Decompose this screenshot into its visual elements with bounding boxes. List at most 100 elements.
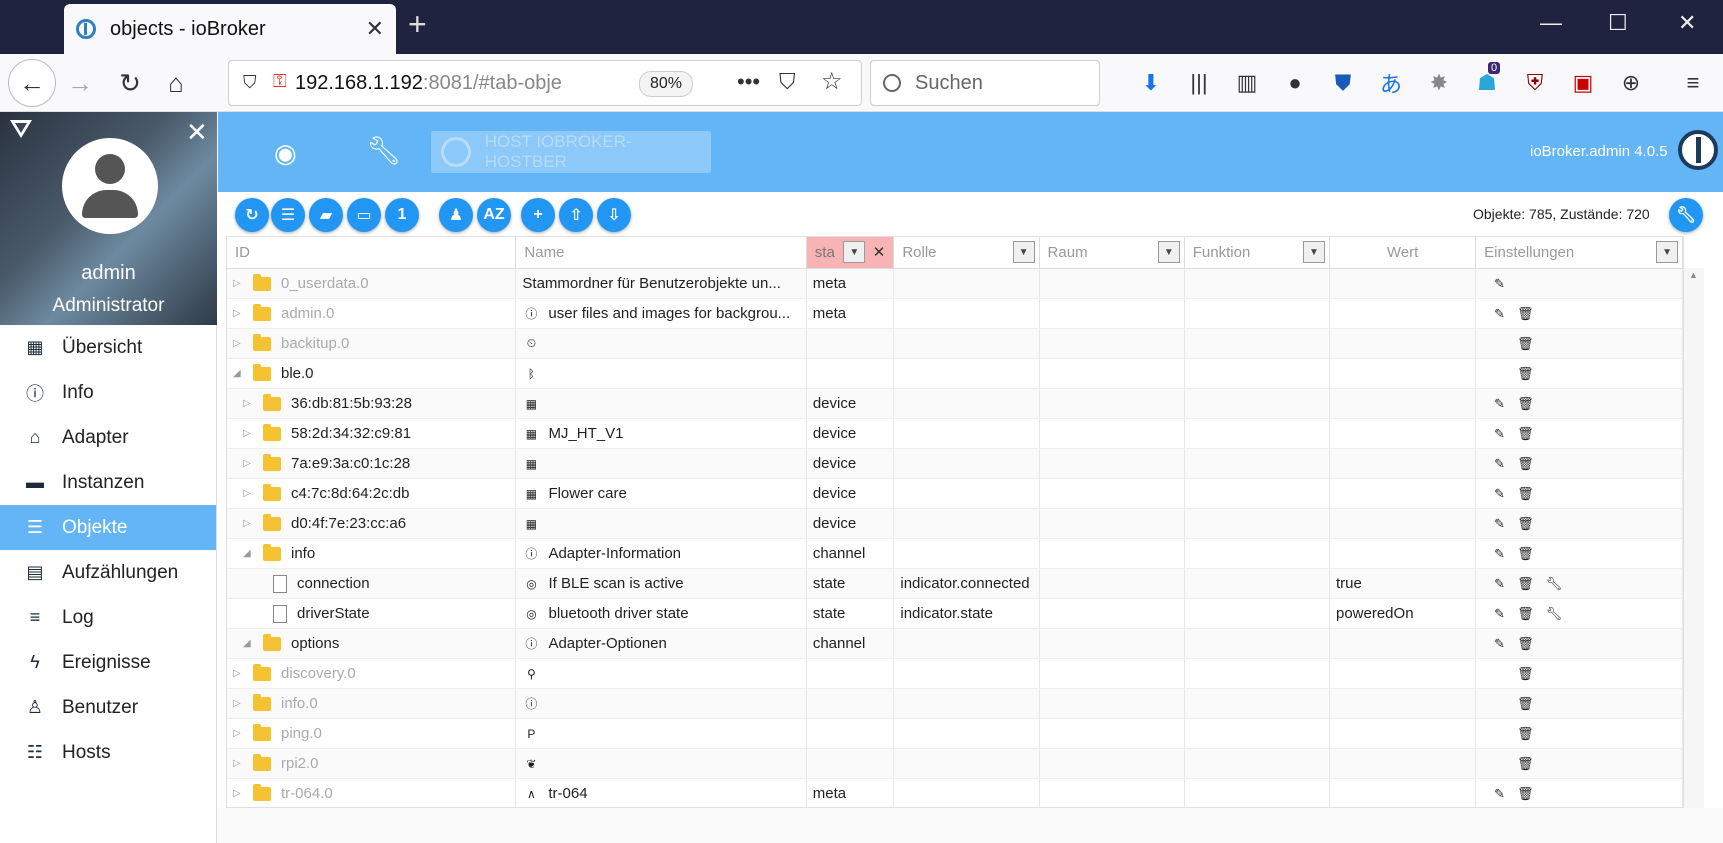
ublock-icon[interactable]: ⛨ bbox=[1522, 70, 1548, 96]
delete-icon[interactable]: 🗑︎ bbox=[1517, 756, 1534, 772]
chevron-down-icon[interactable]: ▼ bbox=[843, 241, 866, 263]
expand-toggle-icon[interactable]: ◢ bbox=[243, 548, 257, 559]
column-header-room[interactable]: Raum ▼ bbox=[1040, 237, 1185, 268]
close-tab-icon[interactable]: ✕ bbox=[366, 16, 384, 42]
maximize-window-button[interactable]: ☐ bbox=[1608, 10, 1628, 36]
expand-toggle-icon[interactable]: ▷ bbox=[233, 278, 247, 289]
column-header-value[interactable]: Wert bbox=[1330, 237, 1477, 268]
sidebar-item-hosts[interactable]: ☷ Hosts bbox=[0, 730, 216, 775]
expand-toggle-icon[interactable]: ▷ bbox=[233, 668, 247, 679]
delete-icon[interactable]: 🗑︎ bbox=[1517, 486, 1534, 502]
sidebar-toggle-icon[interactable]: ▥ bbox=[1234, 70, 1260, 96]
sidebar-item-instanzen[interactable]: ▬ Instanzen bbox=[0, 460, 216, 505]
new-tab-button[interactable]: + bbox=[408, 6, 427, 43]
expand-toggle-icon[interactable]: ▷ bbox=[233, 788, 247, 799]
table-row[interactable]: ▷ backitup.0 ⏲ ✎ 🗑︎ bbox=[227, 329, 1683, 359]
chevron-down-icon[interactable]: ▼ bbox=[1157, 241, 1180, 263]
expand-toggle-icon[interactable]: ▷ bbox=[243, 518, 257, 529]
triangle-down-icon[interactable] bbox=[10, 120, 32, 138]
forward-button[interactable]: → bbox=[56, 59, 104, 107]
table-row[interactable]: connection ◎ If BLE scan is active state … bbox=[227, 569, 1683, 599]
pdf-icon[interactable]: ▣ bbox=[1570, 70, 1596, 96]
edit-icon[interactable]: ✎ bbox=[1494, 546, 1505, 562]
edit-icon[interactable]: ✎ bbox=[1494, 276, 1505, 292]
back-button[interactable]: ← bbox=[8, 59, 56, 107]
sidebar-item-adapter[interactable]: ⌂ Adapter bbox=[0, 415, 216, 460]
delete-icon[interactable]: 🗑︎ bbox=[1517, 636, 1534, 652]
download-icon[interactable]: ⬇ bbox=[1138, 70, 1164, 96]
shield-extension-icon[interactable]: ⛊ bbox=[1330, 70, 1356, 96]
expand-toggle-icon[interactable]: ▷ bbox=[243, 398, 257, 409]
collapse-all-button[interactable]: ▭ bbox=[347, 198, 381, 232]
expand-level-button[interactable]: 1 bbox=[385, 198, 419, 232]
sidebar-item-objekte[interactable]: ☰ Objekte bbox=[0, 505, 216, 550]
edit-icon[interactable]: ✎ bbox=[1494, 456, 1505, 472]
sidebar-item-uebersicht[interactable]: ▦ Übersicht bbox=[0, 325, 216, 370]
delete-icon[interactable]: 🗑︎ bbox=[1517, 546, 1534, 562]
table-row[interactable]: ▷ c4:7c:8d:64:2c:db ▦ Flower care device … bbox=[227, 479, 1683, 509]
translate-icon[interactable]: あ bbox=[1378, 70, 1404, 97]
table-row[interactable]: ▷ info.0 ⓘ ✎ 🗑︎ bbox=[227, 689, 1683, 719]
table-row[interactable]: ◢ options ⓘ Adapter-Optionen channel ✎ 🗑︎ bbox=[227, 629, 1683, 659]
target-icon[interactable]: ✸ bbox=[1426, 70, 1452, 96]
expert-mode-button[interactable]: ♟ bbox=[439, 198, 473, 232]
url-bar[interactable]: ⛉ ⚿ 192.168.1.192:8081/#tab-obje 80% •••… bbox=[228, 60, 862, 106]
vertical-scrollbar[interactable] bbox=[1684, 268, 1704, 808]
table-row[interactable]: ▷ 0_userdata.0 Stammordner für Benutzero… bbox=[227, 269, 1683, 299]
ghostery-icon[interactable]: ☗ 0 bbox=[1474, 62, 1501, 96]
delete-icon[interactable]: 🗑︎ bbox=[1517, 606, 1534, 622]
reload-button[interactable]: ↻ bbox=[106, 59, 154, 107]
delete-icon[interactable]: 🗑︎ bbox=[1517, 396, 1534, 412]
edit-icon[interactable]: ✎ bbox=[1494, 306, 1505, 322]
expand-toggle-icon[interactable]: ▷ bbox=[243, 428, 257, 439]
expand-toggle-icon[interactable]: ▷ bbox=[233, 308, 247, 319]
table-row[interactable]: ▷ d0:4f:7e:23:cc:a6 ▦ device ✎ 🗑︎ bbox=[227, 509, 1683, 539]
delete-icon[interactable]: 🗑︎ bbox=[1517, 696, 1534, 712]
edit-icon[interactable]: ✎ bbox=[1494, 576, 1505, 592]
close-sidebar-icon[interactable]: ✕ bbox=[186, 117, 208, 148]
sidebar-item-aufzaehlungen[interactable]: ▤ Aufzählungen bbox=[0, 550, 216, 595]
search-field[interactable]: Suchen bbox=[870, 60, 1100, 106]
delete-icon[interactable]: 🗑︎ bbox=[1517, 666, 1534, 682]
host-selector[interactable]: HOST IOBROKER-HOSTBER bbox=[431, 131, 711, 173]
menu-icon[interactable]: ≡ bbox=[1680, 70, 1706, 96]
expand-toggle-icon[interactable]: ▷ bbox=[233, 698, 247, 709]
wrench-icon[interactable]: 🔧︎ bbox=[1546, 576, 1563, 592]
expand-toggle-icon[interactable]: ◢ bbox=[233, 368, 247, 379]
expand-toggle-icon[interactable]: ▷ bbox=[233, 758, 247, 769]
sidebar-item-benutzer[interactable]: ♙ Benutzer bbox=[0, 685, 216, 730]
bookmark-star-icon[interactable]: ☆ bbox=[821, 67, 843, 96]
chevron-down-icon[interactable]: ▼ bbox=[1012, 241, 1035, 263]
more-actions-icon[interactable]: ••• bbox=[737, 69, 760, 95]
sidebar-item-log[interactable]: ≡ Log bbox=[0, 595, 216, 640]
delete-icon[interactable]: 🗑︎ bbox=[1517, 516, 1534, 532]
home-button[interactable]: ⌂ bbox=[152, 59, 200, 107]
table-row[interactable]: ▷ 36:db:81:5b:93:28 ▦ device ✎ 🗑︎ bbox=[227, 389, 1683, 419]
edit-icon[interactable]: ✎ bbox=[1494, 426, 1505, 442]
extension-icon[interactable]: ⊕ bbox=[1618, 70, 1644, 96]
edit-icon[interactable]: ✎ bbox=[1494, 636, 1505, 652]
column-header-role[interactable]: Rolle ▼ bbox=[894, 237, 1040, 268]
close-window-button[interactable]: ✕ bbox=[1678, 10, 1696, 36]
zoom-level[interactable]: 80% bbox=[639, 71, 694, 97]
expand-toggle-icon[interactable]: ▷ bbox=[233, 338, 247, 349]
expand-toggle-icon[interactable]: ◢ bbox=[243, 638, 257, 649]
edit-icon[interactable]: ✎ bbox=[1494, 606, 1505, 622]
add-object-button[interactable]: + bbox=[521, 198, 555, 232]
edit-icon[interactable]: ✎ bbox=[1494, 516, 1505, 532]
table-row[interactable]: ▷ 58:2d:34:32:c9:81 ▦ MJ_HT_V1 device ✎ 🗑… bbox=[227, 419, 1683, 449]
table-row[interactable]: ▷ tr-064.0 ∧ tr-064 meta ✎ 🗑︎ bbox=[227, 779, 1683, 807]
column-header-id[interactable]: ID bbox=[227, 237, 517, 268]
table-row[interactable]: ◢ ble.0 ᛒ ✎ 🗑︎ bbox=[227, 359, 1683, 389]
chevron-down-icon[interactable]: ▼ bbox=[1302, 241, 1325, 263]
list-view-button[interactable]: ☰ bbox=[271, 198, 305, 232]
expand-toggle-icon[interactable]: ▷ bbox=[233, 728, 247, 739]
edit-icon[interactable]: ✎ bbox=[1494, 396, 1505, 412]
sidebar-item-info[interactable]: ⓘ Info bbox=[0, 370, 216, 415]
browser-tab[interactable]: objects - ioBroker ✕ bbox=[64, 4, 396, 54]
table-row[interactable]: driverState ◎ bluetooth driver state stat… bbox=[227, 599, 1683, 629]
column-header-function[interactable]: Funktion ▼ bbox=[1185, 237, 1330, 268]
column-header-name[interactable]: Name bbox=[516, 237, 807, 268]
table-row[interactable]: ▷ 7a:e9:3a:c0:1c:28 ▦ device ✎ 🗑︎ bbox=[227, 449, 1683, 479]
sort-az-button[interactable]: AZ bbox=[477, 198, 511, 232]
